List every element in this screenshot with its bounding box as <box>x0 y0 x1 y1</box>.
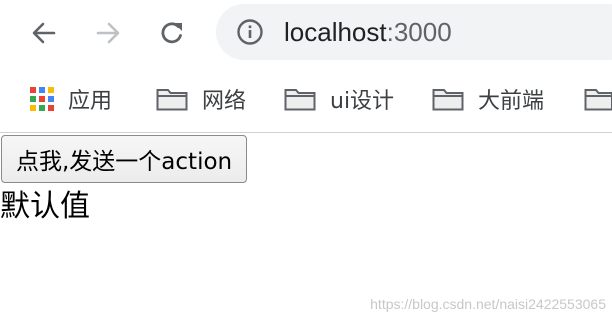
url-port: :3000 <box>386 17 452 47</box>
folder-icon <box>156 89 188 111</box>
forward-arrow-icon <box>96 22 120 44</box>
browser-toolbar: localhost:3000 <box>0 0 612 66</box>
watermark-text: https://blog.csdn.net/naisi2422553065 <box>370 296 606 312</box>
folder-icon <box>284 89 316 111</box>
page-content: 点我,发送一个action 默认值 https://blog.csdn.net/… <box>0 133 612 322</box>
bookmark-folder-ui-design[interactable]: ui设计 <box>284 82 394 116</box>
state-value-text: 默认值 <box>0 189 90 224</box>
url-text: localhost:3000 <box>284 17 452 47</box>
url-host: localhost <box>284 17 387 47</box>
browser-chrome: localhost:3000 应用 网络 ui设计 大前端 <box>0 0 612 133</box>
address-bar[interactable]: localhost:3000 <box>216 4 612 60</box>
bookmark-label: ui设计 <box>330 89 395 114</box>
bookmarks-bar: 应用 网络 ui设计 大前端 <box>0 76 612 122</box>
reload-button[interactable] <box>152 13 192 53</box>
info-icon[interactable] <box>236 18 264 46</box>
back-arrow-icon <box>32 22 56 44</box>
reload-icon <box>161 22 182 44</box>
forward-button[interactable] <box>88 13 128 53</box>
bookmark-folder-network[interactable]: 网络 <box>156 82 246 116</box>
apps-grid-icon <box>30 87 54 111</box>
bookmark-label: 大前端 <box>478 89 545 114</box>
bookmark-apps[interactable]: 应用 <box>30 82 112 116</box>
folder-icon <box>584 89 612 111</box>
bookmark-label: 应用 <box>68 89 113 114</box>
bookmark-label: 网络 <box>202 89 247 114</box>
folder-icon <box>432 89 464 111</box>
back-button[interactable] <box>24 13 64 53</box>
bookmark-folder-frontend[interactable]: 大前端 <box>432 82 544 116</box>
bookmark-folder-overflow[interactable] <box>584 82 612 116</box>
send-action-button[interactable]: 点我,发送一个action <box>1 135 248 183</box>
